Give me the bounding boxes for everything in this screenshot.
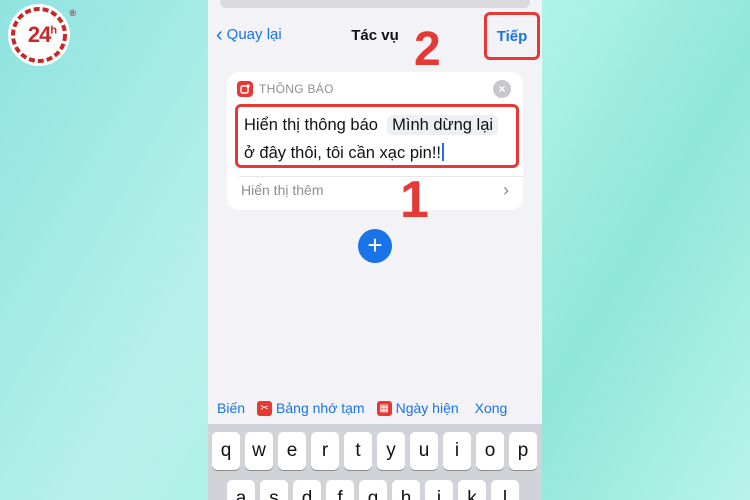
step-1-marker: 1 [400, 171, 429, 229]
calendar-icon: ▦ [376, 400, 392, 416]
card-header-label: THÔNG BÁO [259, 82, 334, 96]
key[interactable]: r [311, 432, 339, 470]
variable-button[interactable]: Biến [217, 400, 245, 416]
scissors-icon: ✂ [257, 400, 273, 416]
key[interactable]: p [509, 432, 537, 470]
key[interactable]: k [458, 480, 486, 500]
clipboard-variable-button[interactable]: ✂ Bảng nhớ tạm [257, 400, 365, 416]
key[interactable]: w [245, 432, 273, 470]
key[interactable]: s [260, 480, 288, 500]
next-button[interactable]: Tiếp [484, 12, 540, 60]
key[interactable]: q [212, 432, 240, 470]
key[interactable]: o [476, 432, 504, 470]
key[interactable]: a [227, 480, 255, 500]
done-button[interactable]: Xong [475, 400, 508, 416]
keyboard-row-1: q w e r t y u i o p [212, 432, 537, 470]
text-caret [442, 143, 445, 161]
keyboard-row-2: a s d f g h j k l [227, 480, 519, 500]
add-action-button[interactable]: + [358, 229, 392, 263]
message-token[interactable]: Mình dừng lại [387, 115, 499, 135]
message-text: ở đây thôi, tôi cần xạc pin!! [244, 144, 442, 162]
current-date-variable-button[interactable]: ▦ Ngày hiện [376, 400, 463, 416]
clipboard-label: Bảng nhớ tạm [276, 400, 365, 416]
key[interactable]: i [443, 432, 471, 470]
show-more-button[interactable]: Hiển thị thêm [241, 182, 323, 198]
variables-bar: Biến ✂ Bảng nhớ tạm ▦ Ngày hiện Xong [208, 394, 542, 422]
navigation-bar: ‹ Quay lại Tác vụ Tiếp [208, 12, 542, 60]
keyboard: q w e r t y u i o p a s d f g h j k l [208, 424, 542, 500]
current-date-label: Ngày hiện [395, 400, 459, 416]
key[interactable]: d [293, 480, 321, 500]
clear-icon[interactable]: × [493, 80, 511, 98]
text-prefix: Hiển thị thông báo [244, 116, 378, 134]
next-label: Tiếp [496, 27, 528, 45]
key[interactable]: j [425, 480, 453, 500]
step-2-marker: 2 [414, 23, 441, 76]
key[interactable]: t [344, 432, 372, 470]
key[interactable]: e [278, 432, 306, 470]
previous-sheet-edge [220, 0, 530, 8]
watermark-logo: 24h ® [8, 4, 76, 66]
key[interactable]: y [377, 432, 405, 470]
key[interactable]: h [392, 480, 420, 500]
divider [239, 176, 523, 177]
notification-text-field[interactable]: Hiển thị thông báo Mình dừng lại ở đây t… [235, 104, 519, 168]
key[interactable]: u [410, 432, 438, 470]
key[interactable]: l [491, 480, 519, 500]
logo-text: 24h [27, 22, 57, 47]
key[interactable]: g [359, 480, 387, 500]
card-header: THÔNG BÁO [237, 81, 334, 97]
phone-screen: ‹ Quay lại Tác vụ Tiếp THÔNG BÁO × Hiển … [208, 0, 542, 500]
key[interactable]: f [326, 480, 354, 500]
show-notification-action-card: THÔNG BÁO × Hiển thị thông báo Mình dừng… [227, 72, 523, 210]
logo-registered-mark: ® [69, 8, 76, 18]
chevron-right-icon: › [503, 180, 509, 200]
notification-icon [237, 81, 253, 97]
